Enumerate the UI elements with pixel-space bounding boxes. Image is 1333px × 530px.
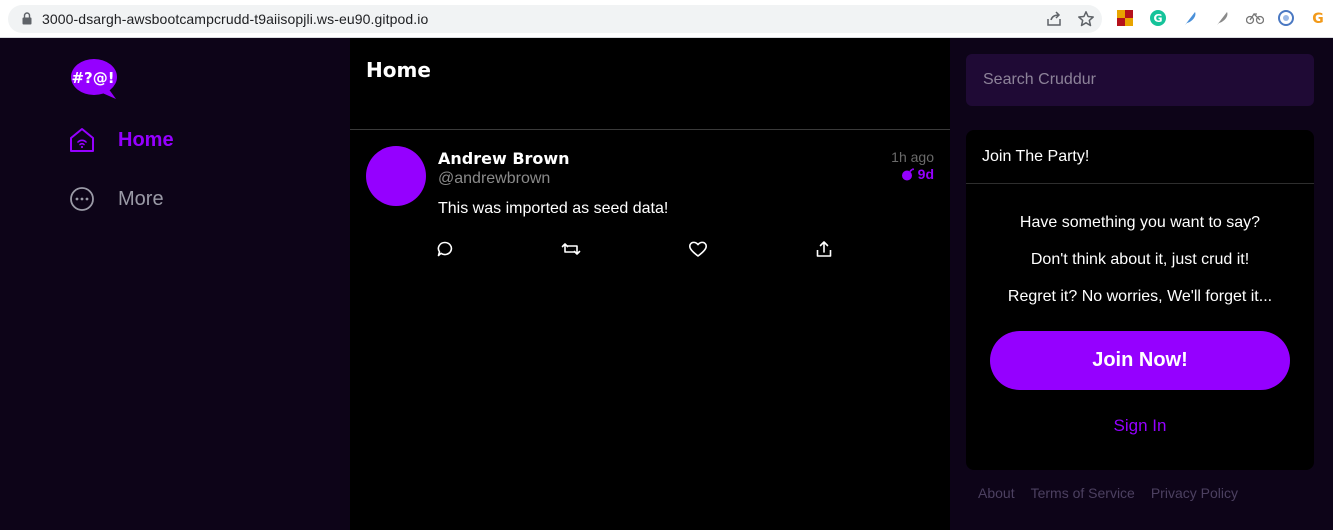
sidebar-item-label: Home [118,128,174,151]
address-bar[interactable]: 3000-dsargh-awsbootcampcrudd-t9aiisopjli… [8,5,1102,33]
bicycle-icon[interactable] [1245,10,1265,26]
repost-icon[interactable] [560,238,582,260]
divider [966,183,1314,184]
grammarly-icon[interactable]: G [1150,10,1166,26]
page-title: Home [366,58,431,82]
cruddur-app: #?@! Home More Home Andrew Brown @andrew… [0,38,1333,530]
more-icon [68,185,96,213]
bomb-icon [901,167,914,180]
footer-link-about[interactable]: About [978,485,1015,501]
sidebar-item-label: More [118,187,164,210]
footer-links: About Terms of Service Privacy Policy [978,485,1254,501]
feather-gray-icon[interactable] [1214,10,1230,26]
share-icon[interactable] [1045,10,1063,28]
browser-toolbar: 3000-dsargh-awsbootcampcrudd-t9aiisopjli… [0,0,1333,38]
extension-grid-icon[interactable] [1117,10,1133,26]
activity-item[interactable]: Andrew Brown @andrewbrown 1h ago 9d This… [350,130,950,280]
join-message-line: Have something you want to say? [1019,214,1261,231]
reply-icon[interactable] [434,238,456,260]
cruddur-logo[interactable]: #?@! [70,58,120,100]
display-name[interactable]: Andrew Brown [438,149,570,168]
feed-header: Home [350,38,950,130]
expires-badge: 9d [901,166,934,182]
join-party-box: Join The Party! Have something you want … [966,130,1314,470]
user-handle[interactable]: @andrewbrown [438,170,550,188]
footer-link-terms[interactable]: Terms of Service [1031,485,1135,501]
sidebar-item-home[interactable]: Home [68,126,174,154]
sidebar-item-more[interactable]: More [68,185,164,213]
speed-dial-icon[interactable] [1278,10,1294,26]
home-icon [68,126,96,154]
like-heart-icon[interactable] [687,238,709,260]
bookmark-star-icon[interactable] [1077,10,1095,28]
avatar[interactable] [366,146,426,206]
lock-icon [22,12,32,25]
activity-message: This was imported as seed data! [438,200,669,217]
expires-text: 9d [917,166,934,182]
feather-blue-icon[interactable] [1182,10,1198,26]
footer-link-privacy[interactable]: Privacy Policy [1151,485,1238,501]
g-extension-icon[interactable]: G [1310,10,1326,27]
home-feed: Home Andrew Brown @andrewbrown 1h ago 9d… [350,38,950,530]
share-icon[interactable] [813,238,835,260]
sidebar: #?@! Home More [0,38,350,530]
time-ago: 1h ago [891,149,934,165]
join-title: Join The Party! [982,148,1090,165]
join-message-line: Regret it? No worries, We'll forget it..… [1007,288,1273,305]
sign-in-link[interactable]: Sign In [966,416,1314,436]
join-message-line: Don't think about it, just crud it! [1030,251,1250,268]
svg-text:G: G [1153,12,1162,25]
svg-text:G: G [1312,11,1324,26]
right-column: Join The Party! Have something you want … [950,38,1333,530]
logo-text: #?@! [71,69,114,87]
url-text: 3000-dsargh-awsbootcampcrudd-t9aiisopjli… [42,11,429,27]
join-now-button[interactable]: Join Now! [990,331,1290,390]
activity-actions [434,238,844,262]
search-input[interactable] [966,54,1314,106]
